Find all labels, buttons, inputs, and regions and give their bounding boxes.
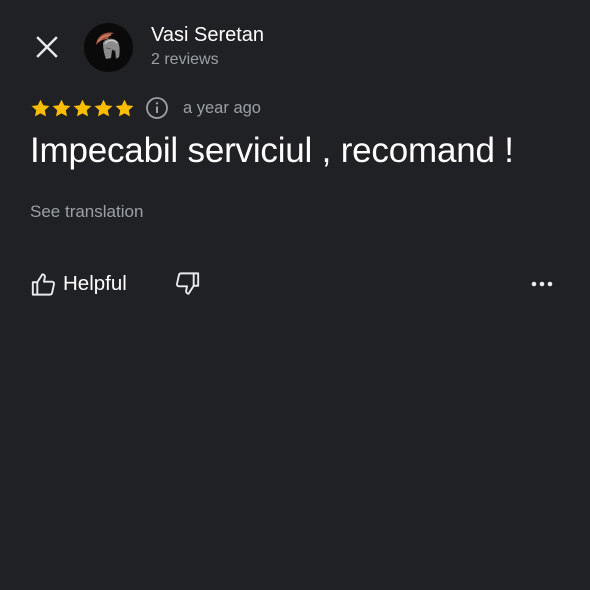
star-icon — [31, 99, 50, 116]
helpful-label: Helpful — [63, 272, 127, 295]
star-icon — [52, 99, 71, 116]
thumbs-down-icon — [176, 272, 200, 295]
star-rating — [30, 98, 135, 119]
star-icon — [94, 99, 113, 116]
close-icon — [36, 36, 58, 58]
star-icon — [115, 99, 134, 116]
more-options-button[interactable] — [528, 272, 556, 296]
review-text: Impecabil serviciul , recomand ! — [30, 131, 514, 170]
reviewer-review-count[interactable]: 2 reviews — [151, 51, 219, 69]
more-horizontal-icon — [531, 281, 553, 287]
thumbs-up-icon — [31, 272, 55, 296]
avatar[interactable] — [84, 23, 133, 72]
review-panel: Vasi Seretan 2 reviews a year ago Impeca… — [0, 0, 590, 590]
info-icon[interactable] — [145, 96, 169, 120]
spartan-helmet-icon — [84, 23, 133, 72]
helpful-button[interactable]: Helpful — [30, 268, 127, 300]
close-button[interactable] — [30, 30, 64, 64]
not-helpful-button[interactable] — [174, 270, 202, 298]
see-translation-link[interactable]: See translation — [30, 202, 143, 222]
review-time: a year ago — [183, 98, 261, 117]
star-icon — [73, 99, 92, 116]
rating-row: a year ago — [30, 95, 261, 121]
reviewer-name[interactable]: Vasi Seretan — [151, 24, 264, 47]
